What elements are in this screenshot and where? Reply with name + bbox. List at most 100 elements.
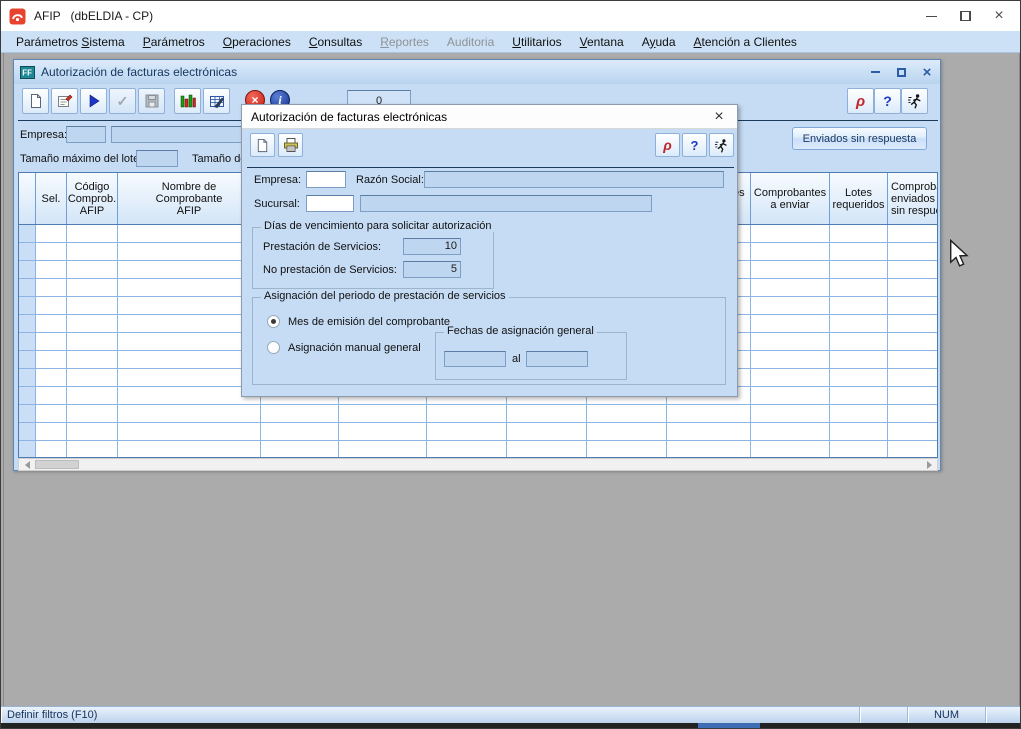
table-row[interactable] bbox=[19, 423, 938, 441]
child-restore-icon bbox=[897, 68, 906, 77]
scroll-left-button[interactable] bbox=[19, 459, 35, 470]
dialog-close-button[interactable]: × bbox=[709, 107, 729, 127]
filter-button[interactable]: ρ bbox=[847, 88, 874, 114]
app-logo-icon bbox=[9, 8, 26, 25]
scrollbar-thumb[interactable] bbox=[35, 460, 79, 469]
save-icon bbox=[144, 93, 160, 109]
scroll-right-button[interactable] bbox=[921, 459, 937, 470]
close-icon: × bbox=[994, 8, 1003, 24]
exit-button[interactable] bbox=[901, 88, 928, 114]
exit-runner-icon bbox=[714, 138, 729, 153]
help-icon: ? bbox=[883, 93, 892, 109]
grid-pencil-icon bbox=[209, 93, 225, 109]
columns-button[interactable] bbox=[174, 88, 201, 114]
table-row[interactable] bbox=[19, 441, 938, 458]
dialog-autorizacion: Autorización de facturas electrónicas × … bbox=[241, 104, 738, 397]
menu-parametros-sistema[interactable]: Parámetros Sistema bbox=[7, 31, 134, 53]
restore-button[interactable] bbox=[948, 3, 982, 29]
dialog-help-button[interactable]: ? bbox=[682, 133, 707, 157]
horizontal-scrollbar[interactable] bbox=[18, 458, 938, 471]
play-icon bbox=[86, 93, 102, 109]
dialog-filter-button[interactable]: ρ bbox=[655, 133, 680, 157]
lote-max-field[interactable] bbox=[136, 150, 178, 167]
mouse-cursor bbox=[949, 239, 971, 272]
menu-ventana[interactable]: Ventana bbox=[571, 31, 633, 53]
status-bar: Definir filtros (F10) NUM bbox=[1, 706, 1020, 723]
close-button[interactable]: × bbox=[982, 3, 1016, 29]
status-num-indicator: NUM bbox=[908, 707, 986, 723]
taskbar-sliver bbox=[698, 723, 760, 729]
child-close-button[interactable]: × bbox=[918, 64, 936, 80]
window-bottom-border bbox=[1, 723, 1020, 729]
dialog-sucursal-desc-field bbox=[360, 195, 652, 212]
empresa-code-field[interactable] bbox=[66, 126, 106, 143]
dialog-toolbar-separator bbox=[247, 167, 734, 168]
scroll-left-icon bbox=[25, 461, 30, 469]
column-header-codigo[interactable]: Código Comprob. AFIP bbox=[67, 173, 118, 224]
no-prestacion-label: No prestación de Servicios: bbox=[263, 264, 397, 276]
child-minimize-button[interactable] bbox=[866, 64, 884, 80]
child-minimize-icon bbox=[871, 71, 880, 73]
fechas-group: Fechas de asignación general al bbox=[435, 332, 627, 380]
dialog-exit-button[interactable] bbox=[709, 133, 734, 157]
lote-max-label: Tamaño máximo del lote: bbox=[20, 153, 142, 165]
menu-parametros[interactable]: Parámetros bbox=[134, 31, 214, 53]
prestacion-field[interactable]: 10 bbox=[403, 238, 461, 255]
minimize-button[interactable] bbox=[914, 3, 948, 29]
column-header-lotes[interactable]: Lotes requeridos bbox=[830, 173, 888, 224]
fecha-hasta-field bbox=[526, 351, 588, 367]
properties-button[interactable] bbox=[51, 88, 78, 114]
rho-filter-icon: ρ bbox=[663, 137, 671, 153]
radio-mes-emision[interactable] bbox=[267, 315, 280, 328]
new-record-button[interactable] bbox=[22, 88, 49, 114]
column-header-sel[interactable]: Sel. bbox=[36, 173, 67, 224]
menu-atencion-clientes[interactable]: Atención a Clientes bbox=[685, 31, 806, 53]
menu-utilitarios[interactable]: Utilitarios bbox=[503, 31, 570, 53]
enviados-sin-respuesta-button[interactable]: Enviados sin respuesta bbox=[792, 127, 927, 150]
dialog-title-bar: Autorización de facturas electrónicas × bbox=[242, 105, 737, 129]
radio-asignacion-manual[interactable] bbox=[267, 341, 280, 354]
radio-mes-emision-label[interactable]: Mes de emisión del comprobante bbox=[288, 316, 450, 328]
prestacion-label: Prestación de Servicios: bbox=[263, 241, 381, 253]
menu-ayuda[interactable]: Ayuda bbox=[633, 31, 685, 53]
child-restore-button[interactable] bbox=[892, 64, 910, 80]
printer-icon bbox=[283, 137, 299, 153]
vencimiento-group-title: Días de vencimiento para solicitar autor… bbox=[261, 220, 494, 232]
grid-edit-button[interactable] bbox=[203, 88, 230, 114]
dialog-new-button[interactable] bbox=[250, 133, 275, 157]
scroll-right-icon bbox=[927, 461, 932, 469]
vencimiento-group: Días de vencimiento para solicitar autor… bbox=[252, 227, 494, 289]
column-header-a-enviar[interactable]: Comprobantes a enviar bbox=[751, 173, 830, 224]
color-bars-icon bbox=[180, 93, 196, 109]
status-message: Definir filtros (F10) bbox=[1, 707, 860, 723]
title-bar: AFIP (dbELDIA - CP) × bbox=[1, 1, 1020, 31]
dialog-empresa-label: Empresa: bbox=[254, 174, 301, 186]
run-button[interactable] bbox=[80, 88, 107, 114]
dialog-empresa-field[interactable] bbox=[306, 171, 346, 188]
column-header-enviados[interactable]: Comprobantes enviados sin respuesta bbox=[888, 173, 938, 224]
status-panel-empty1 bbox=[860, 707, 908, 723]
help-button[interactable]: ? bbox=[874, 88, 901, 114]
column-header-rowselector bbox=[19, 173, 36, 224]
dialog-print-button[interactable] bbox=[278, 133, 303, 157]
check-icon: ✓ bbox=[117, 93, 129, 110]
radio-asignacion-manual-label[interactable]: Asignación manual general bbox=[288, 342, 421, 354]
save-button bbox=[138, 88, 165, 114]
fecha-desde-field bbox=[444, 351, 506, 367]
new-document-icon bbox=[255, 138, 270, 153]
dialog-sucursal-field[interactable] bbox=[306, 195, 354, 212]
column-header-nombre[interactable]: Nombre de Comprobante AFIP bbox=[118, 173, 261, 224]
form-icon: FF bbox=[20, 66, 35, 79]
menu-operaciones[interactable]: Operaciones bbox=[214, 31, 300, 53]
child-title-bar: FF Autorización de facturas electrónicas… bbox=[14, 60, 940, 84]
menu-auditoria: Auditoria bbox=[438, 31, 503, 53]
window-title: AFIP (dbELDIA - CP) bbox=[34, 9, 153, 23]
menu-reportes: Reportes bbox=[371, 31, 438, 53]
menu-bar: Parámetros Sistema Parámetros Operacione… bbox=[1, 31, 1020, 53]
table-row[interactable] bbox=[19, 405, 938, 423]
fechas-group-title: Fechas de asignación general bbox=[444, 325, 597, 337]
no-prestacion-field[interactable]: 5 bbox=[403, 261, 461, 278]
dialog-sucursal-label: Sucursal: bbox=[254, 198, 300, 210]
menu-consultas[interactable]: Consultas bbox=[300, 31, 371, 53]
properties-icon bbox=[57, 93, 73, 109]
